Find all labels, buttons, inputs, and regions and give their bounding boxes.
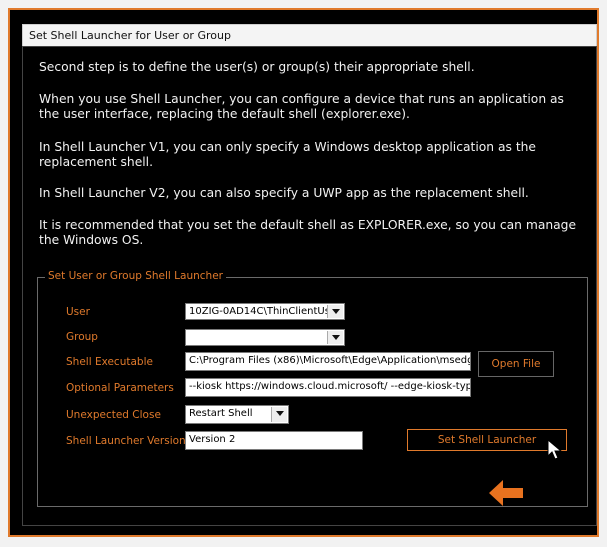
shell-launcher-version-field[interactable]: Version 2 bbox=[185, 431, 363, 450]
shell-launcher-version-label: Shell Launcher Version bbox=[66, 435, 186, 447]
unexpected-close-value: Restart Shell bbox=[189, 408, 253, 419]
title-bar: Set Shell Launcher for User or Group bbox=[22, 24, 597, 46]
set-shell-launcher-button[interactable]: Set Shell Launcher bbox=[407, 429, 567, 451]
unexpected-close-combobox[interactable]: Restart Shell bbox=[185, 405, 289, 424]
shell-executable-label: Shell Executable bbox=[66, 356, 153, 368]
optional-parameters-label: Optional Parameters bbox=[66, 382, 174, 394]
shell-executable-field[interactable]: C:\Program Files (x86)\Microsoft\Edge\Ap… bbox=[185, 352, 471, 371]
group-combobox[interactable] bbox=[185, 329, 345, 346]
open-file-button[interactable]: Open File bbox=[478, 351, 554, 377]
user-combobox-value: 10ZIG-0AD14C\ThinClientUser bbox=[189, 306, 341, 317]
optional-parameters-field[interactable]: --kiosk https://windows.cloud.microsoft/… bbox=[185, 378, 471, 397]
arrow-left-icon bbox=[489, 480, 523, 506]
user-combobox[interactable]: 10ZIG-0AD14C\ThinClientUser bbox=[185, 303, 345, 320]
intro-paragraph-4: In Shell Launcher V2, you can also speci… bbox=[39, 186, 529, 200]
mouse-cursor-icon bbox=[547, 439, 563, 460]
intro-paragraph-2: When you use Shell Launcher, you can con… bbox=[39, 92, 564, 121]
intro-paragraph-3: In Shell Launcher V1, you can only speci… bbox=[39, 140, 536, 169]
user-label: User bbox=[66, 306, 90, 318]
intro-paragraph-1: Second step is to define the user(s) or … bbox=[39, 60, 475, 74]
chevron-down-icon[interactable] bbox=[327, 305, 343, 318]
content-panel: Second step is to define the user(s) or … bbox=[22, 46, 597, 526]
intro-paragraph-5: It is recommended that you set the defau… bbox=[39, 218, 577, 247]
chevron-down-icon[interactable] bbox=[271, 407, 287, 422]
chevron-down-icon[interactable] bbox=[327, 331, 343, 344]
window-title: Set Shell Launcher for User or Group bbox=[29, 29, 231, 42]
group-label: Group bbox=[66, 331, 98, 343]
groupbox-legend: Set User or Group Shell Launcher bbox=[45, 270, 226, 282]
unexpected-close-label: Unexpected Close bbox=[66, 409, 161, 421]
